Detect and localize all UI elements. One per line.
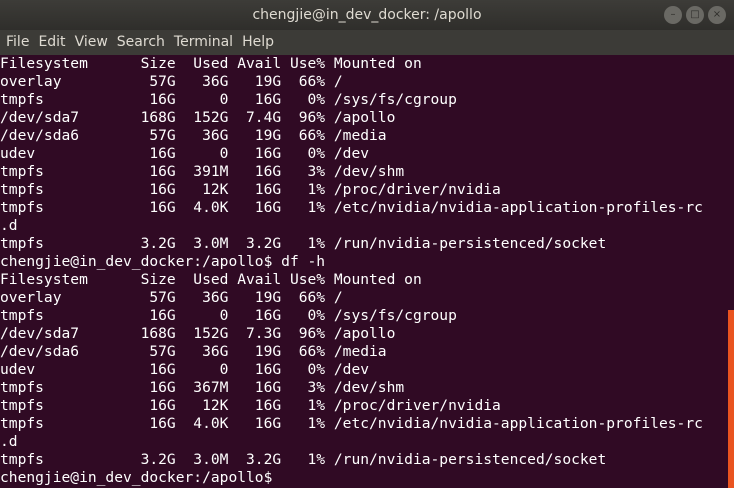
terminal-line: tmpfs 16G 4.0K 16G 1% /etc/nvidia/nvidia… <box>0 199 703 216</box>
window-controls: – □ × <box>660 6 726 24</box>
terminal-line: overlay 57G 36G 19G 66% / <box>0 289 343 306</box>
terminal-line: tmpfs 16G 391M 16G 3% /dev/shm <box>0 163 405 180</box>
terminal-line: Filesystem Size Used Avail Use% Mounted … <box>0 271 422 288</box>
menu-help[interactable]: Help <box>236 30 277 55</box>
terminal-line: chengjie@in_dev_docker:/apollo$ <box>0 469 282 486</box>
terminal-line: tmpfs 16G 367M 16G 3% /dev/shm <box>0 379 405 396</box>
terminal-line: /dev/sda6 57G 36G 19G 66% /media <box>0 343 387 360</box>
terminal-line: tmpfs 16G 0 16G 0% /sys/fs/cgroup <box>0 307 457 324</box>
terminal-output[interactable]: Filesystem Size Used Avail Use% Mounted … <box>0 55 728 488</box>
menu-edit[interactable]: Edit <box>32 30 68 55</box>
terminal-line: udev 16G 0 16G 0% /dev <box>0 145 370 162</box>
menu-bar: File Edit View Search Terminal Help <box>0 30 734 55</box>
terminal-line: /dev/sda6 57G 36G 19G 66% /media <box>0 127 387 144</box>
terminal-line: tmpfs 16G 12K 16G 1% /proc/driver/nvidia <box>0 397 501 414</box>
menu-file[interactable]: File <box>0 30 32 55</box>
scrollbar[interactable] <box>728 55 734 488</box>
terminal-line: Filesystem Size Used Avail Use% Mounted … <box>0 55 422 72</box>
terminal-line: .d <box>0 217 18 234</box>
maximize-icon[interactable]: □ <box>686 6 704 24</box>
terminal-line: tmpfs 3.2G 3.0M 3.2G 1% /run/nvidia-pers… <box>0 235 607 252</box>
terminal-line: tmpfs 16G 4.0K 16G 1% /etc/nvidia/nvidia… <box>0 415 703 432</box>
terminal-line: .d <box>0 433 18 450</box>
minimize-icon[interactable]: – <box>664 6 682 24</box>
terminal-line: chengjie@in_dev_docker:/apollo$ df -h <box>0 253 326 270</box>
terminal-line: tmpfs 16G 12K 16G 1% /proc/driver/nvidia <box>0 181 501 198</box>
terminal-window: chengjie@in_dev_docker: /apollo – □ × File… <box>0 0 734 488</box>
title-bar[interactable]: chengjie@in_dev_docker: /apollo – □ × <box>0 0 734 30</box>
terminal-line: overlay 57G 36G 19G 66% / <box>0 73 343 90</box>
menu-terminal[interactable]: Terminal <box>168 30 236 55</box>
window-title: chengjie@in_dev_docker: /apollo <box>252 7 482 23</box>
menu-search[interactable]: Search <box>111 30 168 55</box>
terminal-line: /dev/sda7 168G 152G 7.3G 96% /apollo <box>0 325 396 342</box>
terminal-line: tmpfs 3.2G 3.0M 3.2G 1% /run/nvidia-pers… <box>0 451 607 468</box>
terminal-line: /dev/sda7 168G 152G 7.4G 96% /apollo <box>0 109 396 126</box>
terminal-line: udev 16G 0 16G 0% /dev <box>0 361 370 378</box>
terminal-line: tmpfs 16G 0 16G 0% /sys/fs/cgroup <box>0 91 457 108</box>
scrollbar-thumb[interactable] <box>728 310 734 488</box>
close-icon[interactable]: × <box>708 6 726 24</box>
menu-view[interactable]: View <box>69 30 111 55</box>
